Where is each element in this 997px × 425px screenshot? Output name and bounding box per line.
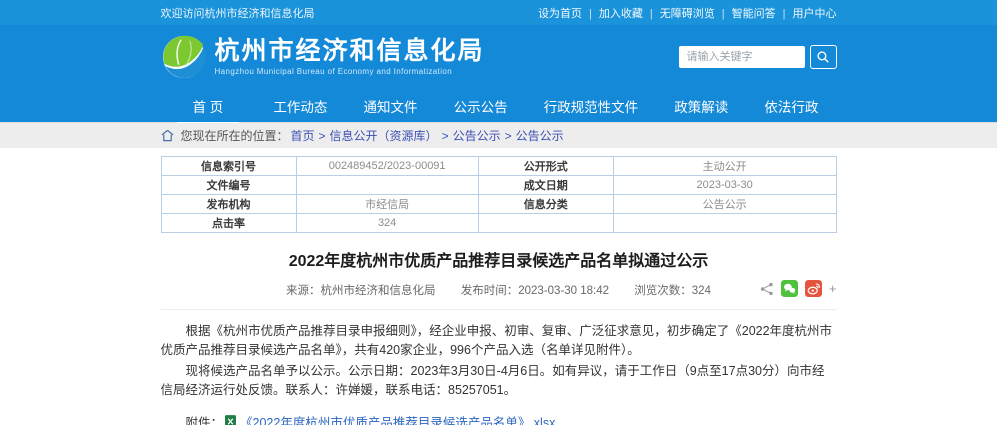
table-row: 发布机构 市经信局 信息分类 公告公示 — [161, 195, 836, 214]
site-title: 杭州市经济和信息化局 — [215, 38, 485, 66]
document-info-table: 信息索引号 002489452/2023-00091 公开形式 主动公开 文件编… — [161, 156, 837, 233]
search-input[interactable] — [679, 46, 805, 68]
info-value-doc-number — [296, 176, 478, 195]
nav-item-work-news[interactable]: 工作动态 — [271, 89, 329, 122]
attachment-link[interactable]: 《2022年度杭州市优质产品推荐目录候选产品名单》.xlsx — [240, 412, 555, 425]
nav-item-policy-interpretation[interactable]: 政策解读 — [672, 89, 730, 122]
search-box — [679, 45, 837, 69]
topbar: 欢迎访问杭州市经济和信息化局 设为首页 加入收藏 无障碍浏览 智能问答 用户中心 — [0, 0, 997, 25]
share-icon[interactable] — [760, 282, 774, 296]
info-value-clicks: 324 — [296, 214, 478, 233]
info-value-publisher: 市经信局 — [296, 195, 478, 214]
info-value-index-number: 002489452/2023-00091 — [296, 157, 478, 176]
info-label: 点击率 — [161, 214, 296, 233]
info-label: 公开形式 — [478, 157, 613, 176]
attachment-row: 附件： 《2022年度杭州市优质产品推荐目录候选产品名单》.xlsx — [161, 412, 837, 425]
nav-item-regulatory-docs[interactable]: 行政规范性文件 — [542, 89, 641, 122]
nav-item-notices[interactable]: 通知文件 — [362, 89, 420, 122]
breadcrumb-item-announcements[interactable]: 公告公示 — [453, 127, 516, 144]
share-toolbar: + — [760, 280, 837, 297]
excel-file-icon — [225, 415, 236, 425]
topbar-link-set-home[interactable]: 设为首页 — [538, 5, 599, 21]
table-row: 点击率 324 — [161, 214, 836, 233]
info-value-disclosure-form: 主动公开 — [613, 157, 836, 176]
topbar-link-user-center[interactable]: 用户中心 — [793, 5, 837, 21]
article-publish-time: 发布时间：2023-03-30 18:42 — [461, 285, 609, 297]
table-row: 文件编号 成文日期 2023-03-30 — [161, 176, 836, 195]
article-meta: 来源：杭州市经济和信息化局 发布时间：2023-03-30 18:42 浏览次数… — [161, 282, 837, 310]
article-body: 根据《杭州市优质产品推荐目录申报细则》，经企业申报、初审、复审、广泛征求意见，初… — [161, 322, 837, 400]
wechat-share-icon[interactable] — [781, 280, 798, 297]
welcome-text: 欢迎访问杭州市经济和信息化局 — [161, 5, 315, 21]
info-label — [478, 214, 613, 233]
attachment-label: 附件： — [186, 412, 224, 425]
site-logo-icon — [161, 34, 207, 80]
info-label: 信息索引号 — [161, 157, 296, 176]
breadcrumb-item-announcements-2[interactable]: 公告公示 — [516, 127, 564, 144]
home-icon — [161, 129, 174, 142]
topbar-link-accessibility[interactable]: 无障碍浏览 — [660, 5, 732, 21]
share-more-icon[interactable]: + — [829, 281, 837, 296]
article-source: 来源：杭州市经济和信息化局 — [286, 285, 436, 297]
main-nav: 首 页 工作动态 通知文件 公示公告 行政规范性文件 政策解读 依法行政 — [0, 89, 997, 122]
info-label: 成文日期 — [478, 176, 613, 195]
info-label: 文件编号 — [161, 176, 296, 195]
info-value-empty — [613, 214, 836, 233]
page-title: 2022年度杭州市优质产品推荐目录候选产品名单拟通过公示 — [161, 247, 837, 271]
breadcrumb-bar: 您现在所在的位置： 首页 信息公开（资源库） 公告公示 公告公示 — [0, 122, 997, 148]
info-label: 信息分类 — [478, 195, 613, 214]
info-value-category: 公告公示 — [613, 195, 836, 214]
breadcrumb-item-home[interactable]: 首页 — [291, 127, 330, 144]
article-paragraph: 现将候选产品名单予以公示。公示日期：2023年3月30日-4月6日。如有异议，请… — [161, 362, 837, 400]
topbar-link-smart-qa[interactable]: 智能问答 — [732, 5, 793, 21]
breadcrumb-label: 您现在所在的位置： — [181, 127, 289, 144]
table-row: 信息索引号 002489452/2023-00091 公开形式 主动公开 — [161, 157, 836, 176]
article-view-count: 浏览次数：324 — [634, 285, 711, 297]
content-area: 信息索引号 002489452/2023-00091 公开形式 主动公开 文件编… — [161, 148, 837, 425]
site-header: 杭州市经济和信息化局 Hangzhou Municipal Bureau of … — [0, 25, 997, 89]
nav-item-announcements[interactable]: 公示公告 — [452, 89, 510, 122]
nav-item-home[interactable]: 首 页 — [177, 89, 240, 123]
search-icon — [816, 50, 830, 64]
info-label: 发布机构 — [161, 195, 296, 214]
topbar-links: 设为首页 加入收藏 无障碍浏览 智能问答 用户中心 — [538, 5, 836, 21]
site-brand: 杭州市经济和信息化局 Hangzhou Municipal Bureau of … — [215, 38, 485, 77]
site-title-english: Hangzhou Municipal Bureau of Economy and… — [215, 67, 485, 76]
topbar-link-favorite[interactable]: 加入收藏 — [599, 5, 660, 21]
article-paragraph: 根据《杭州市优质产品推荐目录申报细则》，经企业申报、初审、复审、广泛征求意见，初… — [161, 322, 837, 360]
search-button[interactable] — [810, 45, 837, 69]
nav-item-lawful-admin[interactable]: 依法行政 — [762, 89, 820, 122]
weibo-share-icon[interactable] — [805, 280, 822, 297]
info-value-date: 2023-03-30 — [613, 176, 836, 195]
breadcrumb-item-info-disclosure[interactable]: 信息公开（资源库） — [330, 127, 453, 144]
